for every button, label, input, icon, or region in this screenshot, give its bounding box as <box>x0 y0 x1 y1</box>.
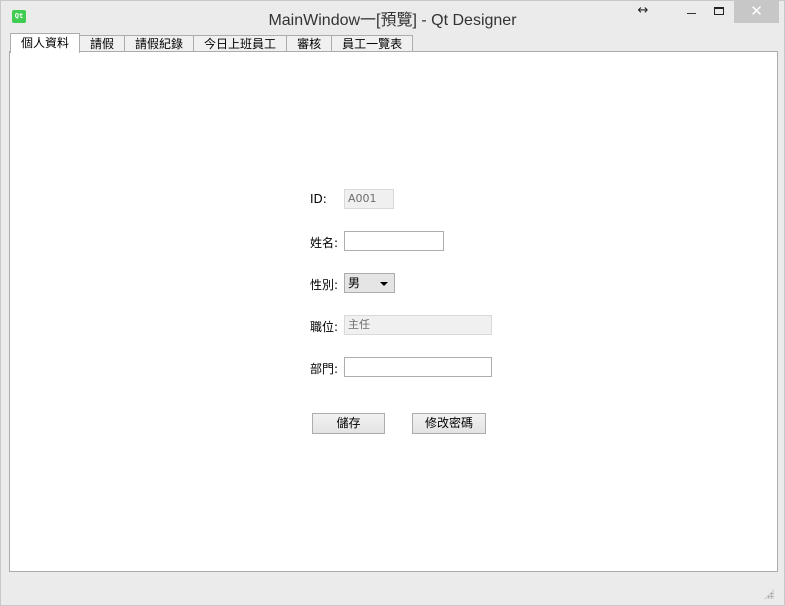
id-field: A001 <box>344 189 394 209</box>
chevron-down-icon <box>380 282 388 286</box>
department-field[interactable] <box>344 357 492 377</box>
position-label: 職位: <box>310 320 339 334</box>
tab-personal-info[interactable]: 個人資料 <box>10 33 81 53</box>
save-button[interactable]: 儲存 <box>312 413 385 434</box>
tab-bar: 個人資料 請假 請假紀錄 今日上班員工 審核 員工一覽表 <box>10 33 414 53</box>
position-field: 主任 <box>344 315 492 335</box>
gender-label: 性別: <box>310 278 339 292</box>
name-field[interactable] <box>344 231 444 251</box>
minimize-icon <box>687 13 696 14</box>
title-bar: Qt MainWindow一[預覽] - Qt Designer ↔ ✕ <box>1 1 784 31</box>
change-password-button[interactable]: 修改密碼 <box>412 413 486 434</box>
id-label: ID: <box>310 192 327 206</box>
resize-arrows-icon[interactable]: ↔ <box>621 1 665 23</box>
size-grip-icon[interactable] <box>764 589 774 599</box>
window-title: MainWindow一[預覽] - Qt Designer <box>268 12 517 29</box>
main-window: Qt MainWindow一[預覽] - Qt Designer ↔ ✕ 個人資… <box>0 0 785 606</box>
status-bar <box>9 573 778 601</box>
maximize-icon <box>714 7 724 15</box>
personal-info-panel: ID: A001 姓名: 性別: 男 職位: 主任 部門: 儲存 修改密碼 <box>9 51 778 572</box>
gender-select[interactable]: 男 <box>344 273 395 293</box>
name-label: 姓名: <box>310 236 339 250</box>
gender-select-value: 男 <box>348 276 361 290</box>
close-button[interactable]: ✕ <box>734 1 779 23</box>
department-label: 部門: <box>310 362 339 376</box>
